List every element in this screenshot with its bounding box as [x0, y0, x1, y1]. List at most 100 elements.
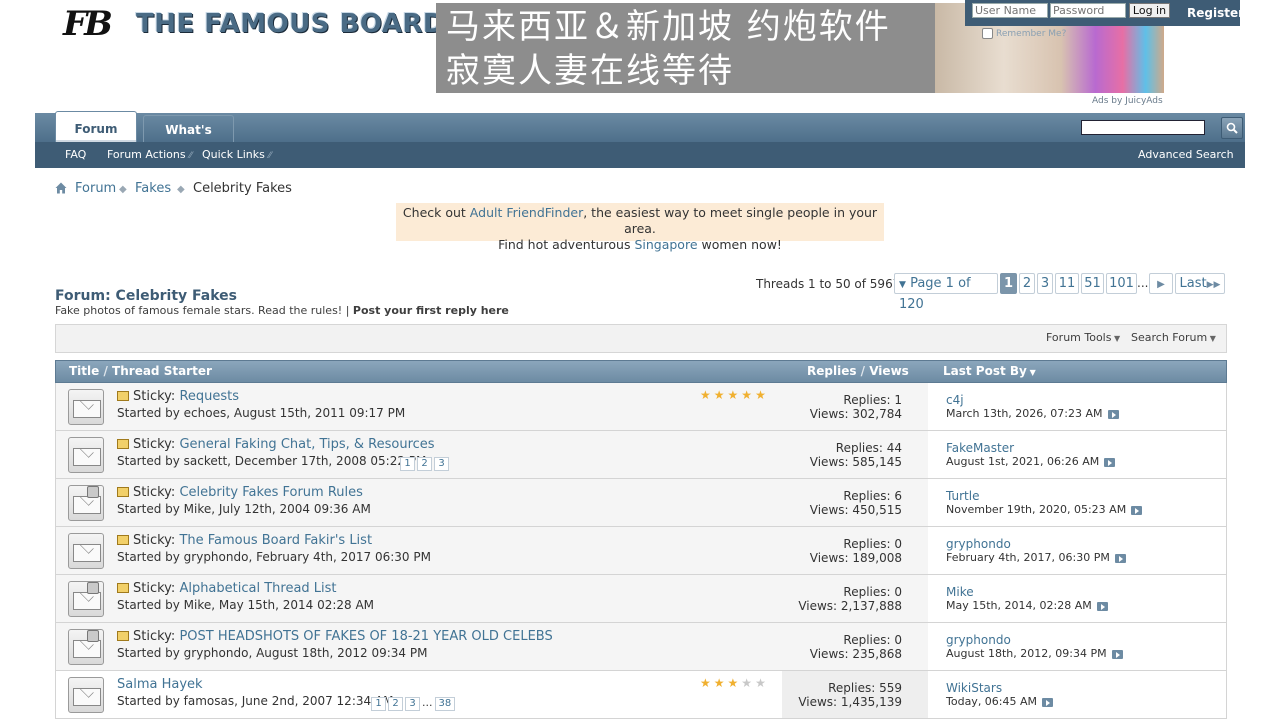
go-to-last-post-icon[interactable] — [1104, 457, 1116, 467]
thread-status-icon[interactable] — [68, 437, 104, 473]
last-post-user[interactable]: Mike — [946, 585, 974, 599]
breadcrumb-separator-icon: ◆ — [177, 184, 185, 195]
thread-page-link[interactable]: 3 — [405, 697, 420, 711]
star-icon: ★ — [727, 676, 742, 690]
remember-me[interactable]: Remember Me? — [982, 28, 1066, 39]
ad-text: 马来西亚＆新加坡 约炮软件 寂寞人妻在线等待 — [446, 7, 891, 91]
thread-stats: Replies: 559 Views: 1,435,139 — [782, 681, 902, 709]
breadcrumb-forum[interactable]: Forum — [75, 181, 116, 196]
search-button[interactable] — [1221, 117, 1243, 139]
thread-prefix: Sticky: — [133, 437, 180, 452]
search-icon — [1226, 122, 1238, 134]
thread-status-icon[interactable] — [68, 389, 104, 425]
logo-mark: FB — [63, 4, 113, 44]
go-to-last-post-icon[interactable] — [1114, 553, 1126, 563]
search-forum-menu[interactable]: Search Forum ▼ — [1131, 331, 1216, 344]
remember-checkbox[interactable] — [982, 28, 993, 39]
next-page-button[interactable]: ▶ — [1149, 273, 1173, 294]
last-post-user[interactable]: WikiStars — [946, 681, 1002, 695]
thread-status-icon[interactable] — [68, 677, 104, 713]
thread-title-link[interactable]: Alphabetical Thread List — [179, 581, 336, 596]
subnav-faq[interactable]: FAQ — [65, 148, 86, 161]
search-input[interactable] — [1081, 120, 1205, 135]
site-logo[interactable]: FB THE FAMOUS BOARD — [55, 2, 445, 48]
last-post-date: March 13th, 2026, 07:23 AM — [946, 407, 1119, 420]
sort-last-post[interactable]: Last Post By — [943, 364, 1027, 378]
page-11[interactable]: 11 — [1055, 273, 1079, 294]
forum-tools-menu[interactable]: Forum Tools ▼ — [1046, 331, 1120, 344]
last-post-user[interactable]: gryphondo — [946, 537, 1011, 551]
lock-icon — [87, 486, 99, 498]
thread-stats: Replies: 0 Views: 235,868 — [782, 633, 902, 661]
lock-icon — [87, 630, 99, 642]
ad-credit[interactable]: Ads by JuicyAds — [1092, 96, 1163, 106]
thread-page-link[interactable]: 1 — [371, 697, 386, 711]
star-icon: ★ — [741, 388, 756, 402]
page-jump[interactable]: ▼ Page 1 of 120 — [894, 273, 998, 312]
replies-count: Replies: 0 — [843, 633, 902, 647]
last-post-user[interactable]: Turtle — [946, 489, 979, 503]
breadcrumb-fakes[interactable]: Fakes — [135, 181, 171, 196]
thread-page-link[interactable]: 1 — [400, 457, 415, 471]
login-button[interactable]: Log in — [1129, 3, 1170, 18]
thread-title-link[interactable]: General Faking Chat, Tips, & Resources — [179, 437, 434, 452]
pages-ellipsis: ... — [422, 696, 433, 709]
header-title-starter: Title / Thread Starter — [69, 364, 212, 378]
star-icon: ★ — [700, 388, 714, 402]
thread-stats: Replies: 1 Views: 302,784 — [782, 393, 902, 421]
last-post-date: August 18th, 2012, 09:34 PM — [946, 647, 1123, 660]
thread-stats: Replies: 6 Views: 450,515 — [782, 489, 902, 517]
last-page-button[interactable]: Last▶▶ — [1175, 273, 1225, 294]
thread-page-link[interactable]: 38 — [434, 697, 456, 711]
thread-status-icon[interactable] — [68, 533, 104, 569]
go-to-last-post-icon[interactable] — [1107, 409, 1119, 419]
notice-text-3: Find hot adventurous — [498, 237, 635, 252]
thread-row: Salma Hayek Started by famosas, June 2nd,… — [55, 671, 1227, 719]
thread-starter: Started by sackett, December 17th, 2008 … — [117, 454, 427, 468]
last-post-date: Today, 06:45 AM — [946, 695, 1054, 708]
advanced-search-link[interactable]: Advanced Search — [1138, 148, 1234, 161]
thread-title-link[interactable]: Salma Hayek — [117, 677, 203, 692]
subnav-quick-links[interactable]: Quick Links ⁄⁄ — [202, 148, 271, 161]
tab-forum[interactable]: Forum — [55, 111, 137, 142]
thread-title-link[interactable]: Celebrity Fakes Forum Rules — [179, 485, 362, 500]
sort-views[interactable]: Views — [869, 364, 909, 378]
tab-whats-new[interactable]: What's New? — [143, 115, 234, 165]
password-input[interactable] — [1050, 3, 1126, 18]
thread-title-link[interactable]: The Famous Board Fakir's List — [179, 533, 372, 548]
star-icon: ★ — [755, 676, 769, 690]
thread-title-link[interactable]: POST HEADSHOTS OF FAKES OF 18-21 YEAR OL… — [179, 629, 552, 644]
page-51[interactable]: 51 — [1081, 273, 1104, 294]
chevron-down-icon: ▼ — [899, 280, 906, 290]
thread-row: Sticky: The Famous Board Fakir's List Sta… — [55, 527, 1227, 575]
thread-prefix: Sticky: — [133, 485, 180, 500]
home-icon[interactable] — [55, 182, 67, 194]
subnav-forum-actions[interactable]: Forum Actions ⁄⁄ — [107, 148, 192, 161]
thread-page-link[interactable]: 2 — [388, 697, 403, 711]
notice-link-2[interactable]: Singapore — [634, 237, 697, 252]
page-2[interactable]: 2 — [1019, 273, 1035, 294]
last-post-user[interactable]: FakeMaster — [946, 441, 1014, 455]
go-to-last-post-icon[interactable] — [1042, 697, 1054, 707]
thread-page-link[interactable]: 2 — [417, 457, 432, 471]
go-to-last-post-icon[interactable] — [1131, 505, 1143, 515]
register-link[interactable]: Register — [1187, 6, 1244, 20]
page-101[interactable]: 101 — [1106, 273, 1137, 294]
page-1[interactable]: 1 — [1000, 273, 1017, 294]
last-post-user[interactable]: gryphondo — [946, 633, 1011, 647]
username-input[interactable] — [972, 3, 1048, 18]
thread-rating: ★★★★★ — [700, 676, 769, 690]
last-post-user[interactable]: c4j — [946, 393, 964, 407]
notice-link-1[interactable]: Adult FriendFinder — [470, 205, 583, 220]
post-first-reply-link[interactable]: Post your first reply here — [353, 304, 509, 317]
sort-thread-starter[interactable]: Thread Starter — [112, 364, 212, 378]
go-to-last-post-icon[interactable] — [1111, 649, 1123, 659]
thread-title-link[interactable]: Requests — [179, 389, 239, 404]
sort-replies[interactable]: Replies — [807, 364, 856, 378]
go-to-last-post-icon[interactable] — [1096, 601, 1108, 611]
page-3[interactable]: 3 — [1037, 273, 1053, 294]
sort-title[interactable]: Title — [69, 364, 99, 378]
thread-page-link[interactable]: 3 — [434, 457, 449, 471]
chevron-down-icon: ⁄⁄ — [268, 151, 272, 161]
thread-title-line: Sticky: Requests — [117, 389, 239, 404]
